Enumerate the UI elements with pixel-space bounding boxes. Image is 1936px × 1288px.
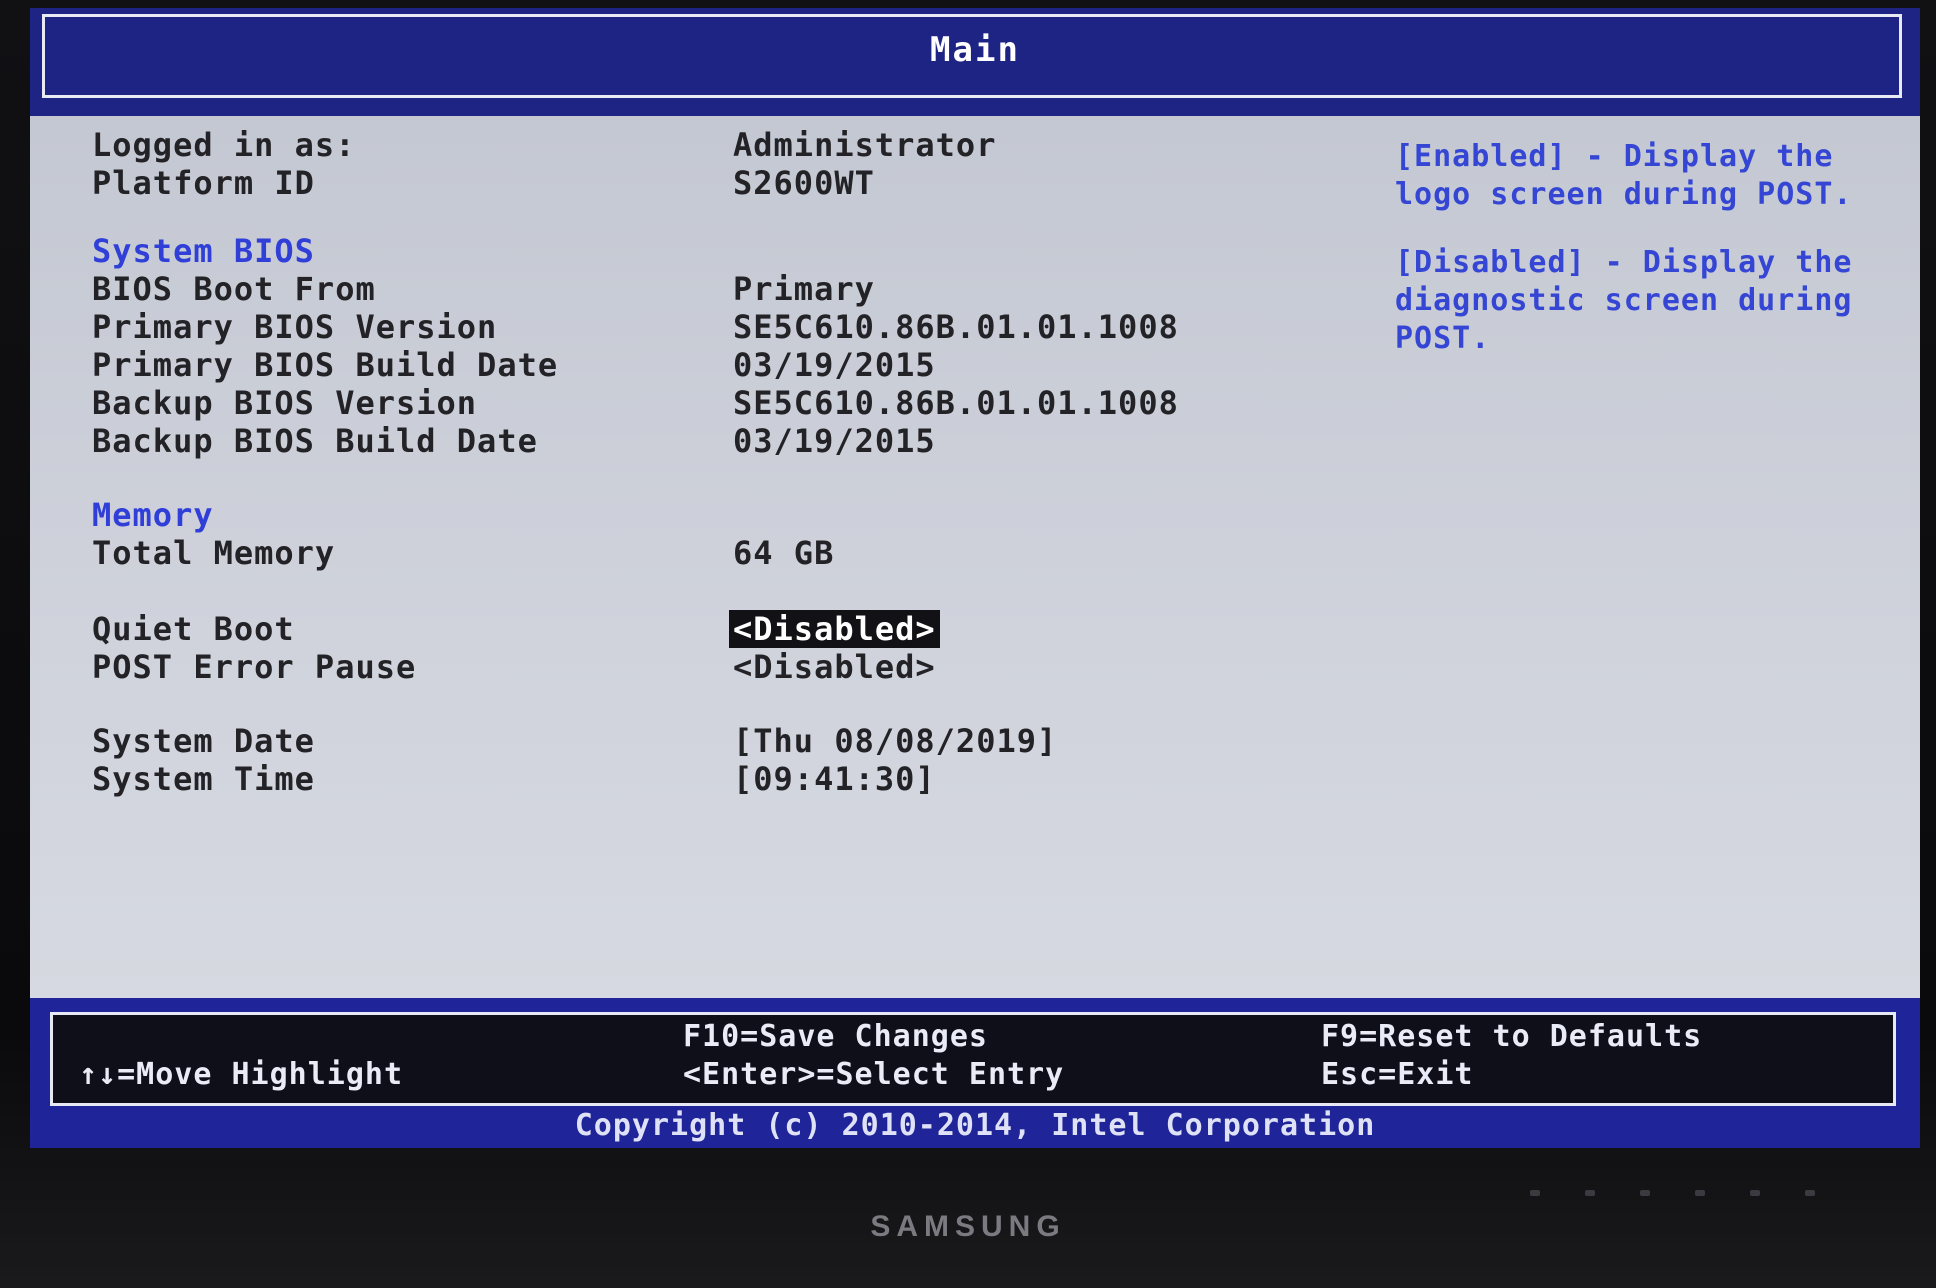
help-enabled-text: [Enabled] - Display the logo screen duri… xyxy=(1395,139,1853,212)
primary-bios-version-value: SE5C610.86B.01.01.1008 xyxy=(733,308,1179,346)
platform-id-value: S2600WT xyxy=(733,164,875,202)
platform-id-label: Platform ID xyxy=(92,164,315,202)
total-memory-value: 64 GB xyxy=(733,534,835,572)
memory-heading: Memory xyxy=(92,496,214,534)
exit-hint: Esc=Exit xyxy=(1321,1057,1474,1092)
monitor-up-button[interactable] xyxy=(1640,1190,1650,1196)
quiet-boot-value[interactable]: <Disabled> xyxy=(729,610,940,648)
move-highlight-hint: ↑↓=Move Highlight xyxy=(79,1057,404,1092)
total-memory-label: Total Memory xyxy=(92,534,336,572)
monitor-source-button[interactable] xyxy=(1695,1190,1705,1196)
primary-bios-build-date-label: Primary BIOS Build Date xyxy=(92,346,559,384)
system-date-label: System Date xyxy=(92,722,315,760)
bios-screen: Main Logged in as: Administrator Platfor… xyxy=(30,8,1920,1148)
quiet-boot-option[interactable]: <Disabled> xyxy=(729,610,940,648)
system-bios-heading: System BIOS xyxy=(92,232,315,270)
post-error-pause-option[interactable]: <Disabled> xyxy=(733,648,936,686)
post-error-pause-label: POST Error Pause xyxy=(92,648,417,686)
quiet-boot-label: Quiet Boot xyxy=(92,610,295,648)
logged-in-label: Logged in as: xyxy=(92,126,356,164)
monitor-menu-button[interactable] xyxy=(1530,1190,1540,1196)
system-time-label: System Time xyxy=(92,760,315,798)
save-changes-hint: F10=Save Changes xyxy=(683,1019,988,1054)
footer-keys-panel: ↑↓=Move Highlight F10=Save Changes <Ente… xyxy=(50,1012,1896,1106)
monitor-brand-logo: SAMSUNG xyxy=(870,1210,1066,1243)
system-date-field[interactable]: [Thu 08/08/2019] xyxy=(733,722,1057,760)
reset-defaults-hint: F9=Reset to Defaults xyxy=(1321,1019,1703,1054)
monitor-bezel: Main Logged in as: Administrator Platfor… xyxy=(0,0,1936,1288)
backup-bios-build-date-label: Backup BIOS Build Date xyxy=(92,422,538,460)
monitor-down-button[interactable] xyxy=(1585,1190,1595,1196)
copyright-text: Copyright (c) 2010-2014, Intel Corporati… xyxy=(574,1108,1376,1143)
system-time-field[interactable]: [09:41:30] xyxy=(733,760,936,798)
bios-boot-from-label: BIOS Boot From xyxy=(92,270,376,308)
logged-in-value: Administrator xyxy=(733,126,997,164)
backup-bios-build-date-value: 03/19/2015 xyxy=(733,422,936,460)
primary-bios-build-date-value: 03/19/2015 xyxy=(733,346,936,384)
backup-bios-version-label: Backup BIOS Version xyxy=(92,384,478,422)
select-entry-hint: <Enter>=Select Entry xyxy=(683,1057,1065,1092)
help-disabled-text: [Disabled] - Display the diagnostic scre… xyxy=(1395,245,1853,356)
main-content: Logged in as: Administrator Platform ID … xyxy=(30,116,1920,998)
backup-bios-version-value: SE5C610.86B.01.01.1008 xyxy=(733,384,1179,422)
footer-bar: ↑↓=Move Highlight F10=Save Changes <Ente… xyxy=(30,998,1920,1148)
title-bar: Main xyxy=(30,8,1920,116)
primary-bios-version-label: Primary BIOS Version xyxy=(92,308,498,346)
monitor-power-button[interactable] xyxy=(1805,1190,1815,1196)
bios-boot-from-value: Primary xyxy=(733,270,875,308)
monitor-auto-button[interactable] xyxy=(1750,1190,1760,1196)
page-title[interactable]: Main xyxy=(30,30,1920,70)
